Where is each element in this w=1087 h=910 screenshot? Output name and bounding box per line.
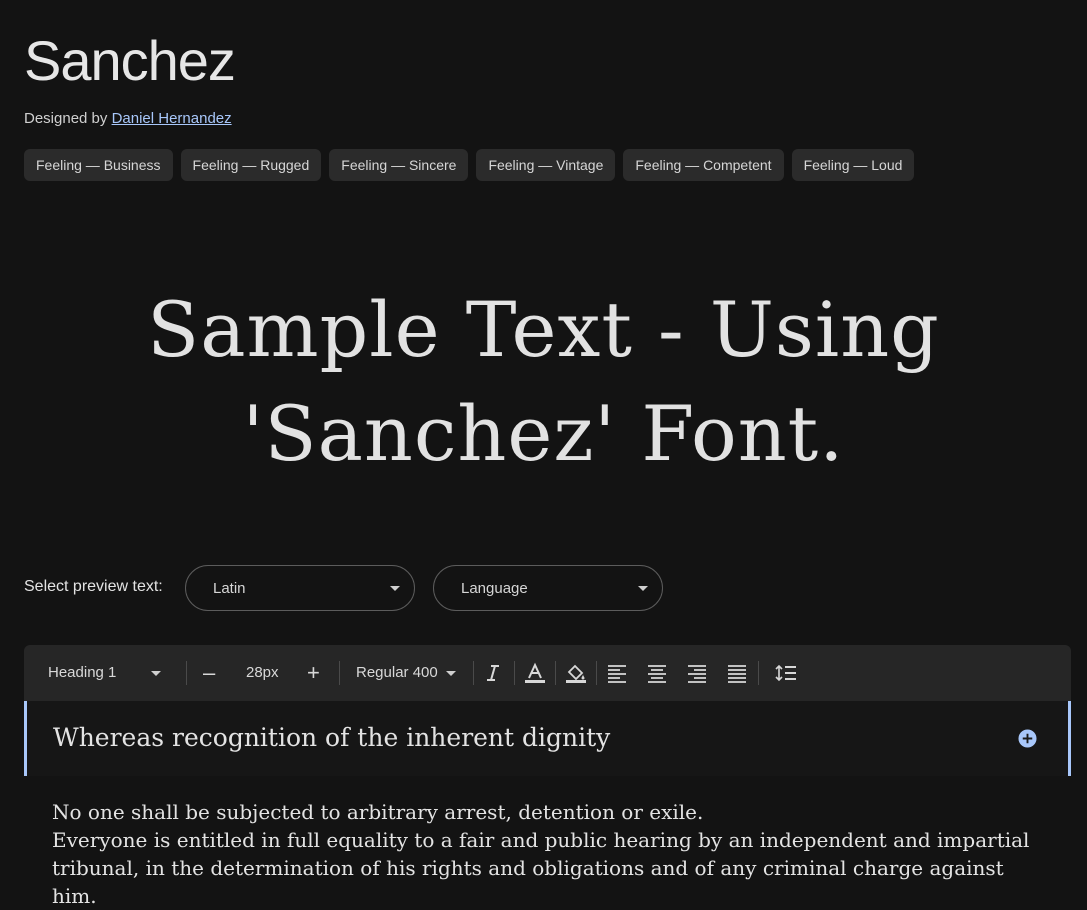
toolbar-divider [758, 661, 759, 685]
preview-text-label: Select preview text: [24, 578, 163, 595]
font-weight-value: Regular 400 [356, 664, 438, 681]
font-size-value[interactable]: 28px [246, 645, 279, 701]
heading-editor-text[interactable]: Whereas recognition of the inherent dign… [53, 723, 610, 752]
add-circle-icon[interactable] [1018, 729, 1037, 748]
tag-chip[interactable]: Feeling — Loud [791, 149, 915, 181]
font-weight-select[interactable]: Regular 400 [356, 645, 438, 701]
tag-chip[interactable]: Feeling — Vintage [476, 149, 616, 181]
language-select[interactable]: Language [433, 565, 663, 611]
body-line-2: Everyone is entitled in full equality to… [52, 828, 1030, 908]
body-line-1: No one shall be subjected to arbitrary a… [52, 800, 704, 824]
increase-size-button[interactable]: + [307, 645, 320, 701]
text-style-select[interactable]: Heading 1 [48, 645, 168, 701]
chevron-down-icon [446, 671, 456, 676]
line-height-icon[interactable] [775, 662, 797, 684]
script-select-value: Latin [213, 580, 246, 597]
tag-chip[interactable]: Feeling — Competent [623, 149, 784, 181]
hero-sample-text: Sample Text - Using 'Sanchez' Font. [0, 278, 1087, 486]
designed-by-label: Designed by [24, 110, 108, 127]
tag-chip[interactable]: Feeling — Sincere [329, 149, 469, 181]
decrease-size-button[interactable]: – [203, 645, 219, 701]
align-right-icon[interactable] [686, 662, 708, 684]
heading-editor[interactable]: Whereas recognition of the inherent dign… [24, 701, 1071, 776]
chevron-down-icon [638, 586, 648, 591]
chevron-down-icon [151, 671, 161, 676]
tag-list: Feeling — Business Feeling — Rugged Feel… [24, 149, 915, 181]
text-style-value: Heading 1 [48, 664, 117, 681]
body-preview-text[interactable]: No one shall be subjected to arbitrary a… [52, 798, 1052, 910]
toolbar-divider [514, 661, 515, 685]
tag-chip[interactable]: Feeling — Rugged [180, 149, 322, 181]
toolbar-divider [339, 661, 340, 685]
script-select[interactable]: Latin [185, 565, 415, 611]
align-left-icon[interactable] [606, 662, 628, 684]
designer-link[interactable]: Daniel Hernandez [112, 110, 232, 127]
text-color-icon[interactable] [524, 662, 546, 684]
language-select-value: Language [461, 580, 528, 597]
toolbar-divider [596, 661, 597, 685]
font-title: Sanchez [24, 29, 236, 92]
hero-line-1: Sample Text - Using [147, 285, 940, 374]
toolbar-divider [186, 661, 187, 685]
toolbar-divider [473, 661, 474, 685]
hero-line-2: 'Sanchez' Font. [242, 389, 845, 478]
align-justify-icon[interactable] [726, 662, 748, 684]
align-center-icon[interactable] [646, 662, 668, 684]
italic-icon[interactable] [482, 662, 504, 684]
designer-line: Designed by Daniel Hernandez [24, 110, 232, 127]
tag-chip[interactable]: Feeling — Business [24, 149, 173, 181]
editor-toolbar: Heading 1 – 28px + Regular 400 [24, 645, 1071, 701]
chevron-down-icon [390, 586, 400, 591]
toolbar-divider [555, 661, 556, 685]
highlight-color-icon[interactable] [565, 662, 587, 684]
